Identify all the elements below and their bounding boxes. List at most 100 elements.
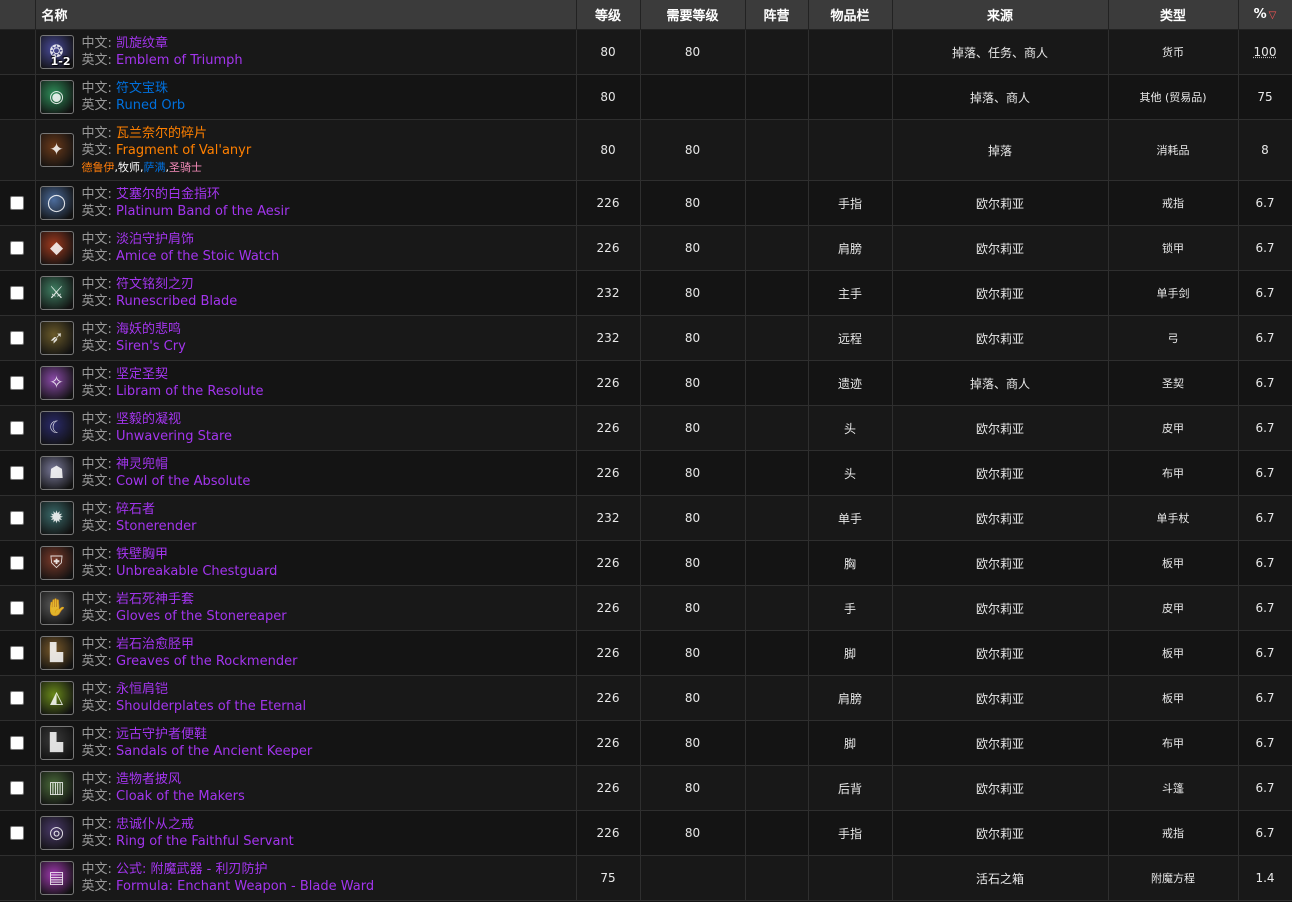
item-name-en[interactable]: Unwavering Stare	[116, 429, 232, 444]
cloak-icon[interactable]: ▥	[39, 771, 74, 805]
item-name-zh[interactable]: 瓦兰奈尔的碎片	[116, 126, 207, 141]
emblem-icon[interactable]: ❂ 1-2	[39, 35, 74, 69]
shoulder-icon[interactable]: ◆	[39, 231, 74, 265]
header-level[interactable]: 等级	[576, 0, 641, 30]
item-name-zh[interactable]: 凯旋纹章	[116, 36, 168, 51]
item-name-zh[interactable]: 符文宝珠	[116, 81, 168, 96]
chest-icon[interactable]: ⛨	[39, 546, 74, 580]
row-checkbox[interactable]	[10, 646, 25, 661]
drop-percent-value: 6.7	[1255, 781, 1275, 795]
item-name-en[interactable]: Ring of the Faithful Servant	[116, 834, 294, 849]
item-name-en[interactable]: Runed Orb	[116, 98, 185, 113]
item-type: 圣契	[1108, 360, 1239, 406]
row-checkbox[interactable]	[10, 376, 25, 391]
item-name-zh[interactable]: 远古守护者便鞋	[116, 727, 207, 742]
table-row: ▙ 中文: 岩石治愈胫甲 英文: Greaves of the Rockmender…	[0, 630, 1292, 676]
class-link[interactable]: 萨满	[144, 161, 166, 174]
header-slot[interactable]: 物品栏	[808, 0, 893, 30]
item-name-zh[interactable]: 岩石死神手套	[116, 592, 194, 607]
item-name-en[interactable]: Shoulderplates of the Eternal	[116, 699, 306, 714]
item-name-en[interactable]: Greaves of the Rockmender	[116, 654, 297, 669]
item-name-en[interactable]: Unbreakable Chestguard	[116, 564, 277, 579]
item-cell: ◎ 中文: 忠诚仆从之戒 英文: Ring of the Faithful Serv…	[35, 810, 577, 856]
row-checkbox[interactable]	[10, 421, 25, 436]
item-name-zh[interactable]: 坚定圣契	[116, 367, 168, 382]
cowl-icon[interactable]: ☗	[39, 456, 74, 490]
sword-icon[interactable]: ⚔	[39, 276, 74, 310]
row-checkbox[interactable]	[10, 286, 25, 301]
mace-icon[interactable]: ✹	[39, 501, 74, 535]
ring-icon[interactable]: ◎	[39, 816, 74, 850]
bow-icon[interactable]: ➶	[39, 321, 74, 355]
item-name-en[interactable]: Runescribed Blade	[116, 294, 237, 309]
header-source[interactable]: 来源	[892, 0, 1109, 30]
class-link[interactable]: 圣骑士	[169, 161, 202, 174]
item-name-zh[interactable]: 永恒肩铠	[116, 682, 168, 697]
header-name[interactable]: 名称	[35, 0, 577, 30]
item-name-en[interactable]: Emblem of Triumph	[116, 53, 243, 68]
required-level: 80	[640, 29, 746, 75]
row-checkbox[interactable]	[10, 601, 25, 616]
slot: 手指	[808, 810, 893, 856]
moon-icon[interactable]: ☾	[39, 411, 74, 445]
boots-icon[interactable]: ▙	[39, 636, 74, 670]
item-name-en[interactable]: Stonerender	[116, 519, 196, 534]
header-percent[interactable]: % ▽	[1238, 0, 1292, 30]
header-required-level[interactable]: 需要等级	[640, 0, 746, 30]
row-checkbox[interactable]	[10, 556, 25, 571]
header-faction[interactable]: 阵营	[745, 0, 809, 30]
item-name-en[interactable]: Cloak of the Makers	[116, 789, 245, 804]
item-name-zh[interactable]: 神灵兜帽	[116, 457, 168, 472]
item-name-en[interactable]: Fragment of Val'anyr	[116, 143, 251, 158]
slot: 手	[808, 585, 893, 631]
item-name-en[interactable]: Platinum Band of the Aesir	[116, 204, 289, 219]
source: 欧尔莉亚	[892, 675, 1109, 721]
item-name-en[interactable]: Formula: Enchant Weapon - Blade Ward	[116, 879, 374, 894]
source: 欧尔莉亚	[892, 810, 1109, 856]
class-link[interactable]: 德鲁伊	[82, 161, 115, 174]
item-name-zh[interactable]: 海妖的悲鸣	[116, 322, 181, 337]
item-cell: ✧ 中文: 坚定圣契 英文: Libram of the Resolute	[35, 360, 577, 406]
table-row: ◎ 中文: 忠诚仆从之戒 英文: Ring of the Faithful Serv…	[0, 810, 1292, 856]
item-name-zh[interactable]: 艾塞尔的白金指环	[116, 187, 220, 202]
item-name-zh[interactable]: 符文铭刻之刃	[116, 277, 194, 292]
item-name-zh[interactable]: 淡泊守护肩饰	[116, 232, 194, 247]
item-name-en[interactable]: Sandals of the Ancient Keeper	[116, 744, 312, 759]
libram-icon[interactable]: ✧	[39, 366, 74, 400]
item-cell: ⛨ 中文: 铁壁胸甲 英文: Unbreakable Chestguard	[35, 540, 577, 586]
select-cell	[0, 360, 36, 406]
row-checkbox[interactable]	[10, 736, 25, 751]
row-checkbox[interactable]	[10, 331, 25, 346]
fragment-icon[interactable]: ✦	[39, 133, 74, 167]
orb-icon[interactable]: ◉	[39, 80, 74, 114]
item-name-en[interactable]: Gloves of the Stonereaper	[116, 609, 287, 624]
item-name-zh[interactable]: 岩石治愈胫甲	[116, 637, 194, 652]
zh-label: 中文:	[81, 412, 112, 427]
item-name-en[interactable]: Amice of the Stoic Watch	[116, 249, 279, 264]
item-name-zh[interactable]: 公式: 附魔武器 - 利刃防护	[116, 862, 267, 877]
required-level: 80	[640, 675, 746, 721]
item-type: 单手剑	[1108, 270, 1239, 316]
item-name-en[interactable]: Cowl of the Absolute	[116, 474, 250, 489]
item-name-en[interactable]: Libram of the Resolute	[116, 384, 263, 399]
row-checkbox[interactable]	[10, 241, 25, 256]
item-name-zh[interactable]: 造物者披风	[116, 772, 181, 787]
row-checkbox[interactable]	[10, 511, 25, 526]
class-link[interactable]: 牧师	[118, 161, 140, 174]
item-name-zh[interactable]: 铁壁胸甲	[116, 547, 168, 562]
row-checkbox[interactable]	[10, 691, 25, 706]
row-checkbox[interactable]	[10, 466, 25, 481]
row-checkbox[interactable]	[10, 196, 25, 211]
header-type[interactable]: 类型	[1108, 0, 1239, 30]
scroll-icon[interactable]: ▤	[39, 861, 74, 895]
row-checkbox[interactable]	[10, 826, 25, 841]
sandals-icon[interactable]: ▙	[39, 726, 74, 760]
item-name-zh[interactable]: 坚毅的凝视	[116, 412, 181, 427]
row-checkbox[interactable]	[10, 781, 25, 796]
ring-icon[interactable]: ◯	[39, 186, 74, 220]
item-name-zh[interactable]: 忠诚仆从之戒	[116, 817, 194, 832]
shoulderplate-icon[interactable]: ◭	[39, 681, 74, 715]
item-name-zh[interactable]: 碎石者	[116, 502, 155, 517]
gloves-icon[interactable]: ✋	[39, 591, 74, 625]
item-name-en[interactable]: Siren's Cry	[116, 339, 186, 354]
